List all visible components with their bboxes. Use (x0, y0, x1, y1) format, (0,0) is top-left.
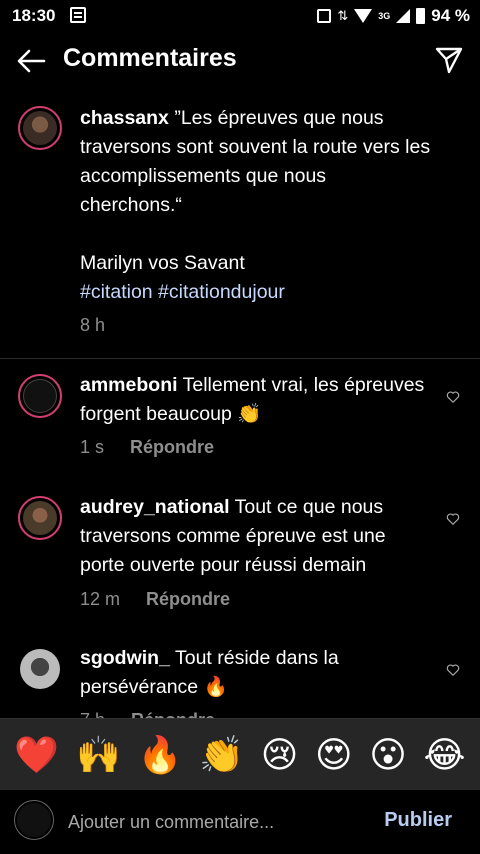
emoji-quick-bar: ❤️ 🙌 🔥 👏 😢 😍 😮 😂 (0, 718, 480, 790)
comment-meta: 12 m Répondre (80, 589, 230, 610)
vibrate-icon (317, 9, 332, 23)
like-heart-icon[interactable] (446, 663, 460, 677)
laughing-emoji-button[interactable]: 😂 (424, 719, 466, 791)
battery-percent: 94 % (431, 6, 470, 25)
caption-time: 8 h (80, 315, 106, 335)
caption-text: chassanx ”Les épreuves que nous traverso… (80, 104, 432, 307)
like-heart-icon[interactable] (446, 390, 460, 404)
battery-icon (416, 8, 426, 24)
reply-button[interactable]: Répondre (130, 437, 214, 457)
comment-composer: Ajouter un commentaire... Publier (0, 790, 480, 854)
post-caption: chassanx ”Les épreuves que nous traverso… (0, 90, 480, 359)
surprised-emoji-button[interactable]: 😮 (369, 719, 407, 791)
comments-list[interactable]: chassanx ”Les épreuves que nous traverso… (0, 90, 480, 718)
comment-input[interactable]: Ajouter un commentaire... (68, 812, 274, 833)
publish-button[interactable]: Publier (384, 809, 452, 832)
network-type-label: 3G (378, 11, 391, 21)
like-heart-icon[interactable] (446, 512, 460, 526)
clapping-emoji-button[interactable]: 👏 (199, 719, 244, 791)
caption-body: ”Les épreuves que nous traversons sont s… (80, 107, 431, 274)
page-title: Commentaires (63, 44, 237, 72)
avatar (14, 800, 54, 840)
notification-icon (70, 7, 86, 23)
avatar[interactable] (18, 496, 62, 540)
status-icons: ⇅ 3G 94 % (317, 6, 470, 26)
wifi-icon (354, 9, 373, 23)
comment-username[interactable]: sgodwin_ (80, 647, 170, 669)
raised-hands-emoji-button[interactable]: 🙌 (76, 719, 121, 791)
status-time: 18:30 (12, 6, 56, 25)
avatar[interactable] (18, 106, 62, 150)
caption-username[interactable]: chassanx (80, 107, 169, 129)
avatar[interactable] (18, 647, 62, 691)
heart-eyes-emoji-button[interactable]: 😍 (315, 719, 353, 791)
comment-meta: 7 h Répondre (80, 710, 215, 718)
comment-time: 7 h (80, 710, 105, 718)
data-arrows-icon: ⇅ (337, 8, 349, 23)
comment-time: 12 m (80, 589, 121, 609)
caption-hashtags[interactable]: #citation #citationdujour (80, 281, 285, 303)
comment-username[interactable]: audrey_national (80, 496, 230, 518)
status-bar: 18:30 ⇅ 3G 94 % (0, 0, 480, 32)
comment-text: ammeboni Tellement vrai, les épreuves fo… (80, 371, 432, 429)
send-icon[interactable] (434, 45, 464, 75)
back-arrow-icon[interactable] (16, 46, 46, 76)
fire-emoji-button[interactable]: 🔥 (138, 719, 183, 791)
reply-button[interactable]: Répondre (146, 589, 230, 609)
caption-meta: 8 h (80, 315, 105, 336)
comment-time: 1 s (80, 437, 105, 457)
comment-username[interactable]: ammeboni (80, 374, 178, 396)
avatar[interactable] (18, 374, 62, 418)
reply-button[interactable]: Répondre (131, 710, 215, 718)
signal-icon (396, 9, 411, 23)
comment-meta: 1 s Répondre (80, 437, 214, 458)
header: Commentaires (0, 32, 480, 90)
comment-text: sgodwin_ Tout réside dans la persévéranc… (80, 644, 432, 702)
crying-emoji-button[interactable]: 😢 (261, 719, 299, 791)
comment-text: audrey_national Tout ce que nous travers… (80, 493, 432, 580)
heart-emoji-button[interactable]: ❤️ (14, 719, 59, 791)
